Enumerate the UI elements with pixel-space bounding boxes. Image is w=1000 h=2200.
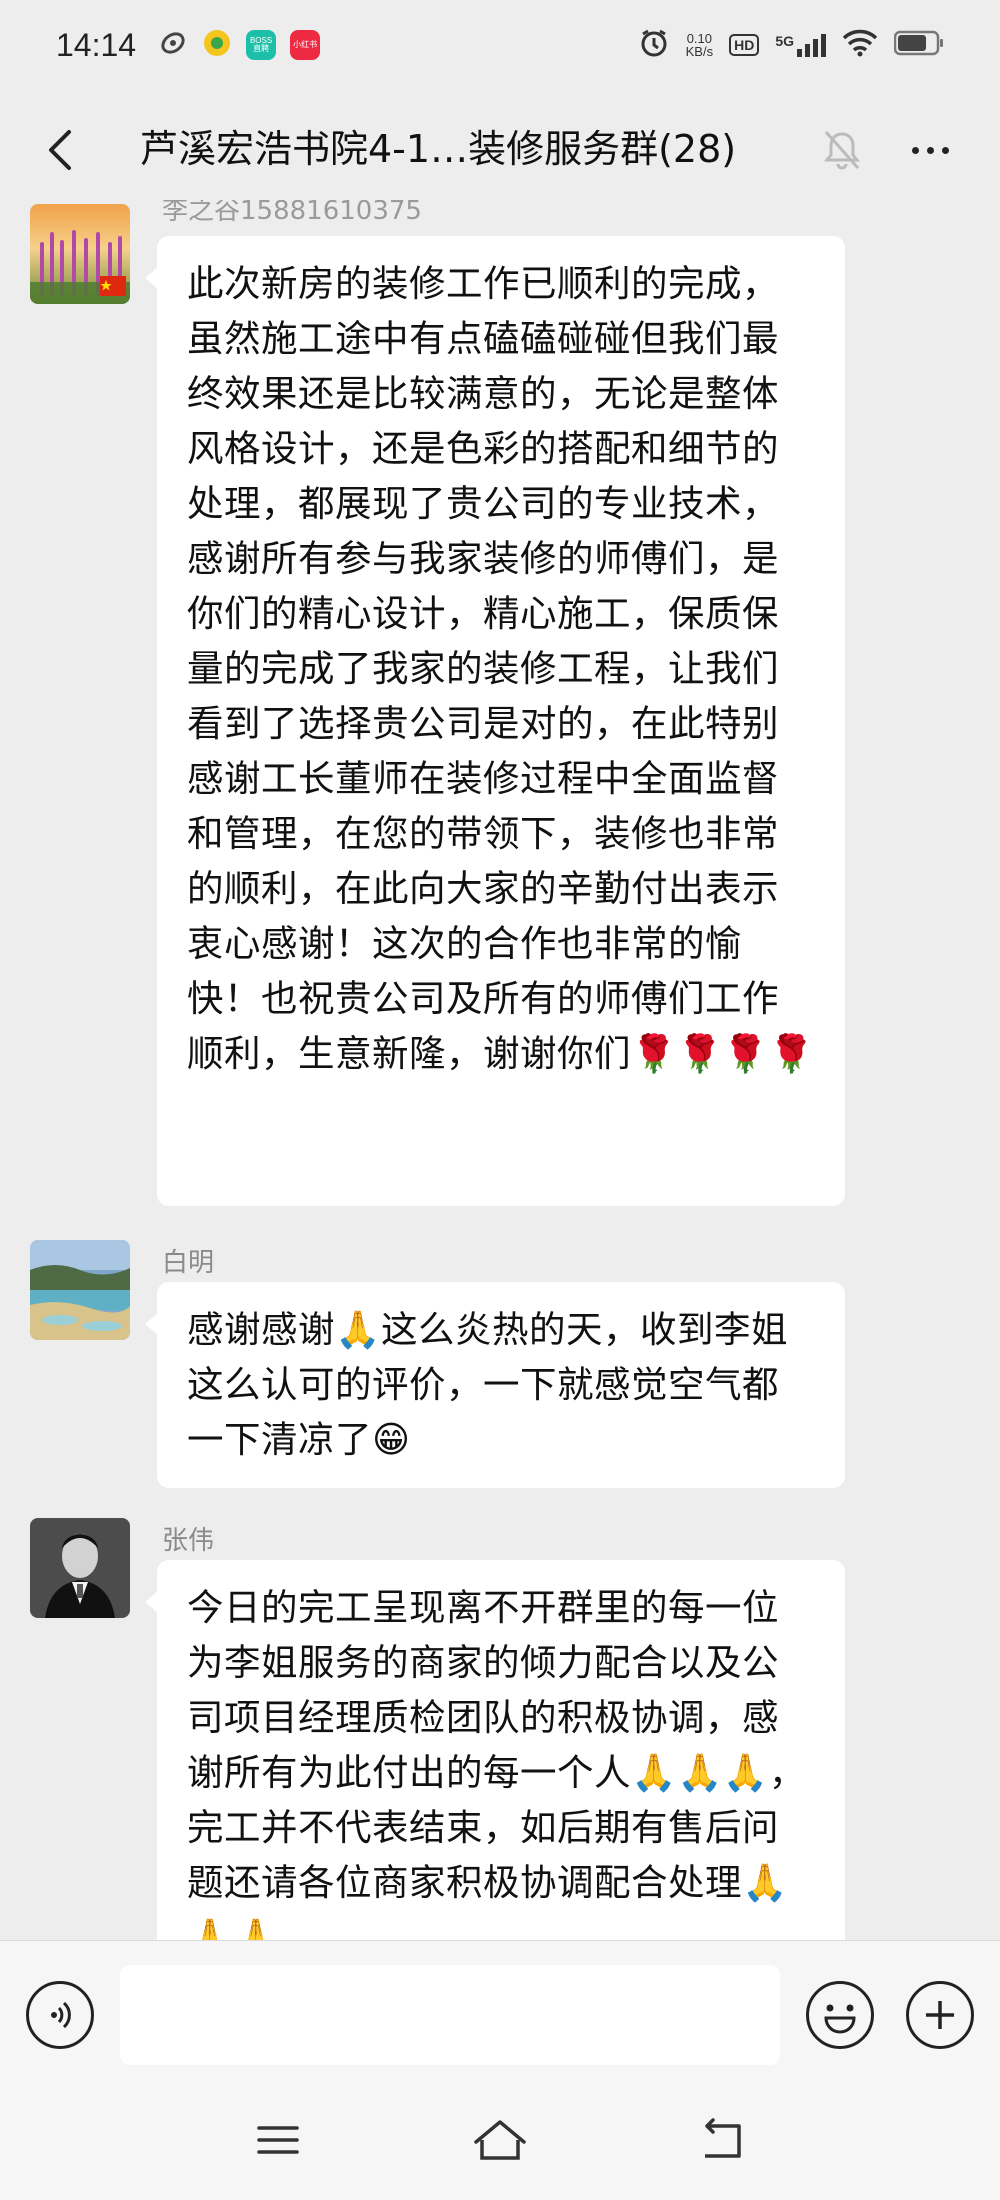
avatar[interactable]	[30, 204, 130, 304]
nav-back-button[interactable]	[687, 2110, 757, 2170]
voice-input-button[interactable]	[26, 1981, 94, 2049]
boss-app-icon-label: BOSS 直聘	[249, 36, 273, 53]
status-time: 14:14	[56, 26, 137, 63]
nav-menu-button[interactable]	[243, 2110, 313, 2170]
status-system-icons: 0.10 KB/s HD 5G	[638, 0, 944, 90]
network-type-label: 5G	[775, 33, 794, 49]
message-input[interactable]	[120, 1965, 780, 2065]
chat-header: 芦溪宏浩书院4-1…装修服务群(28)	[0, 90, 1000, 210]
more-dot-icon	[941, 146, 949, 154]
wifi-icon	[842, 29, 878, 61]
alarm-icon	[638, 27, 670, 63]
more-functions-button[interactable]	[906, 1981, 974, 2049]
message-bubble[interactable]: 今日的完工呈现离不开群里的每一位为李姐服务的商家的倾力配合以及公司项目经理质检团…	[145, 1560, 845, 1940]
xiaohongshu-app-icon-label: 小红书	[293, 40, 318, 49]
more-dot-icon	[911, 146, 919, 154]
message-bubble[interactable]: 感谢感谢🙏这么炎热的天，收到李姐这么认可的评价，一下就感觉空气都一下清凉了😁	[145, 1282, 845, 1488]
battery-icon	[893, 30, 944, 60]
menu-icon	[257, 2126, 299, 2154]
emoji-button[interactable]	[806, 1981, 874, 2049]
status-notification-icons: BOSS 直聘 小红书	[158, 28, 321, 62]
lake-landscape-avatar-image	[30, 1240, 130, 1340]
hd-badge: HD	[729, 34, 760, 56]
avatar[interactable]	[30, 1240, 130, 1340]
plus-icon	[926, 2001, 954, 2029]
back-button[interactable]	[36, 126, 84, 174]
back-arrow-icon	[49, 130, 71, 170]
more-options-button[interactable]	[900, 128, 960, 172]
status-bar: 14:14 BOSS 直聘 小红书 0.10 KB/s HD 5G	[0, 0, 1000, 90]
man-portrait-avatar-image	[30, 1518, 130, 1618]
xiaohongshu-app-icon: 小红书	[290, 30, 321, 60]
chat-title: 芦溪宏浩书院4-1…装修服务群(28)	[140, 127, 737, 171]
network-speed-unit: KB/s	[685, 44, 714, 59]
smiley-icon	[824, 2004, 856, 2034]
signal-5g-icon: 5G	[775, 33, 826, 57]
home-icon	[474, 2120, 526, 2160]
gold-coin-app-icon	[202, 28, 232, 62]
back-icon	[705, 2118, 741, 2158]
system-navigation-bar	[0, 2080, 1000, 2200]
notification-app-icon	[158, 28, 188, 62]
sender-name: 李之谷15881610375	[162, 200, 422, 226]
avatar[interactable]	[30, 1518, 130, 1618]
sender-name: 张伟	[162, 1526, 215, 1556]
message-list[interactable]: 李之谷15881610375 此次新房的装修工作已顺利的完成，虽然施工途中有点磕…	[0, 200, 1000, 1940]
boss-app-icon: BOSS 直聘	[246, 30, 277, 60]
voice-icon	[51, 2001, 71, 2029]
mute-bell-icon	[822, 128, 862, 176]
flower-field-avatar-image	[30, 204, 130, 304]
sender-name: 白明	[162, 1248, 215, 1278]
message-bubble[interactable]: 此次新房的装修工作已顺利的完成，虽然施工途中有点磕磕碰碰但我们最终效果还是比较满…	[145, 236, 845, 1206]
more-dot-icon	[926, 146, 934, 154]
message-input-bar	[0, 1940, 1000, 2080]
nav-home-button[interactable]	[465, 2110, 535, 2170]
network-speed: 0.10 KB/s	[686, 32, 713, 58]
